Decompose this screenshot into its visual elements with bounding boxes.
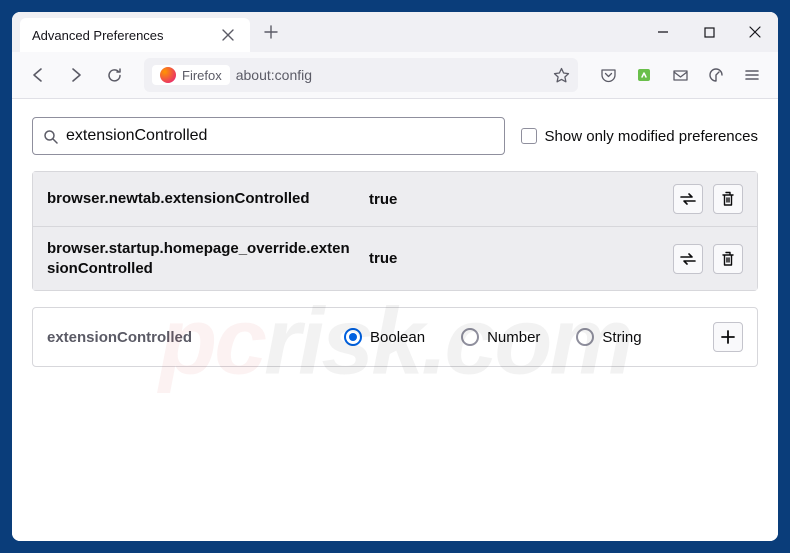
minimize-button[interactable] — [640, 12, 686, 52]
delete-button[interactable] — [713, 184, 743, 214]
reload-button[interactable] — [98, 59, 130, 91]
extension-icon[interactable] — [628, 59, 660, 91]
maximize-button[interactable] — [686, 12, 732, 52]
pref-value: true — [369, 191, 661, 208]
search-box[interactable] — [32, 117, 505, 155]
toggle-button[interactable] — [673, 244, 703, 274]
radio-label: Number — [487, 329, 540, 346]
toolbar-icons — [592, 59, 768, 91]
close-window-button[interactable] — [732, 12, 778, 52]
firefox-icon — [160, 67, 176, 83]
toggle-button[interactable] — [673, 184, 703, 214]
pref-results: browser.newtab.extensionControlled true … — [32, 171, 758, 291]
pref-value: true — [369, 250, 661, 267]
tab-advanced-preferences[interactable]: Advanced Preferences — [20, 18, 250, 52]
radio-boolean[interactable]: Boolean — [344, 328, 425, 346]
forward-button[interactable] — [60, 59, 92, 91]
close-tab-icon[interactable] — [218, 25, 238, 45]
radio-icon — [461, 328, 479, 346]
url-bar[interactable]: Firefox — [144, 58, 578, 92]
bookmark-star-icon[interactable] — [553, 67, 570, 84]
identity-box[interactable]: Firefox — [152, 65, 230, 85]
new-pref-row: extensionControlled Boolean Number Strin… — [32, 307, 758, 367]
radio-number[interactable]: Number — [461, 328, 540, 346]
radio-string[interactable]: String — [576, 328, 641, 346]
pref-name: browser.newtab.extensionControlled — [47, 189, 357, 209]
search-icon — [43, 129, 58, 144]
pocket-icon[interactable] — [592, 59, 624, 91]
search-row: Show only modified preferences — [32, 117, 758, 155]
titlebar: Advanced Preferences — [12, 12, 778, 52]
show-modified-checkbox[interactable]: Show only modified preferences — [521, 128, 758, 145]
menu-icon[interactable] — [736, 59, 768, 91]
inbox-icon[interactable] — [664, 59, 696, 91]
delete-button[interactable] — [713, 244, 743, 274]
vpn-icon[interactable] — [700, 59, 732, 91]
browser-window: Advanced Preferences — [12, 12, 778, 541]
pref-actions — [673, 244, 743, 274]
pref-row[interactable]: browser.startup.homepage_override.extens… — [33, 226, 757, 290]
new-tab-button[interactable] — [256, 17, 286, 47]
pref-actions — [673, 184, 743, 214]
tab-title: Advanced Preferences — [32, 28, 164, 43]
radio-label: String — [602, 329, 641, 346]
window-controls — [640, 12, 778, 52]
pref-name: browser.startup.homepage_override.extens… — [47, 239, 357, 278]
page-content: Show only modified preferences browser.n… — [12, 99, 778, 541]
back-button[interactable] — [22, 59, 54, 91]
search-input[interactable] — [66, 127, 494, 145]
url-input[interactable] — [236, 67, 547, 83]
checkbox-icon — [521, 128, 537, 144]
radio-label: Boolean — [370, 329, 425, 346]
identity-label: Firefox — [182, 68, 222, 83]
pref-row[interactable]: browser.newtab.extensionControlled true — [33, 172, 757, 226]
checkbox-label-text: Show only modified preferences — [545, 128, 758, 145]
radio-icon — [344, 328, 362, 346]
add-button[interactable] — [713, 322, 743, 352]
new-pref-name: extensionControlled — [47, 329, 332, 346]
radio-icon — [576, 328, 594, 346]
type-radio-group: Boolean Number String — [344, 328, 701, 346]
nav-toolbar: Firefox — [12, 52, 778, 99]
